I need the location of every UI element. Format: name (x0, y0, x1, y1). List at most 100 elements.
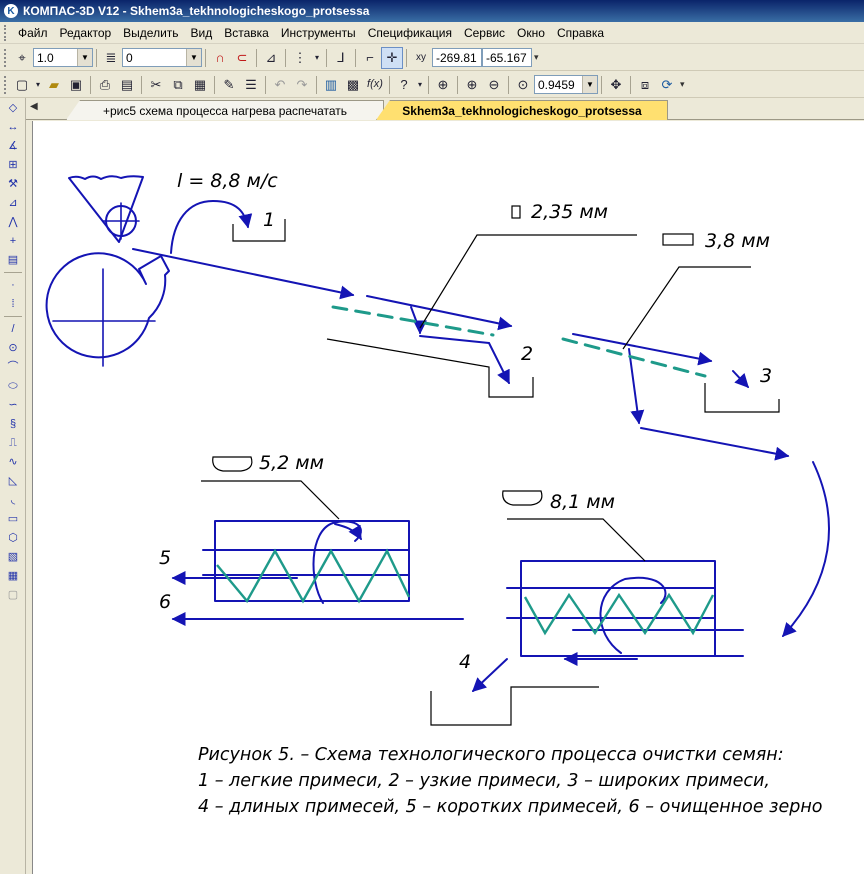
copy-icon[interactable]: ⧉ (167, 74, 189, 96)
coord-cursor-icon[interactable]: ✛ (381, 46, 403, 69)
dimensions-icon[interactable]: ↔ (2, 118, 24, 136)
menu-specification[interactable]: Спецификация (362, 26, 458, 40)
tab-heating-scheme[interactable]: +рис5 схема процесса нагрева распечатать (66, 100, 384, 120)
tab-process-scheme[interactable]: Skhem3a_tekhnologicheskogo_protsessa (376, 100, 668, 120)
polygon-icon[interactable]: ⬡ (2, 529, 24, 547)
menu-grip[interactable] (4, 24, 8, 41)
format-brush-icon[interactable]: ✎ (218, 74, 240, 96)
dim-2.35: 2,35 мм (531, 201, 609, 223)
paste-icon[interactable]: ▦ (189, 74, 211, 96)
fillet-icon[interactable]: ◟ (2, 491, 24, 509)
chamfer-icon[interactable]: ◺ (2, 472, 24, 490)
fill-icon[interactable]: ▦ (2, 567, 24, 585)
zoom-all-icon[interactable]: ⧈ (634, 74, 656, 96)
axes-icon[interactable]: ⅃ (330, 47, 352, 69)
notation-icon[interactable]: ∡ (2, 137, 24, 155)
tab-scroll-left-icon[interactable]: ◀ (30, 101, 38, 112)
variables-icon[interactable]: f(x) (364, 74, 386, 96)
help-pointer-icon[interactable]: ? (393, 74, 415, 96)
spline-icon[interactable]: § (2, 415, 24, 433)
nurbs-icon[interactable]: ∿ (2, 453, 24, 471)
rectangle-icon[interactable]: ▭ (2, 510, 24, 528)
toolbar-grip[interactable] (4, 75, 8, 94)
layers-icon[interactable]: ≣ (100, 47, 122, 69)
menu-tools[interactable]: Инструменты (275, 26, 362, 40)
menu-editor[interactable]: Редактор (54, 26, 118, 40)
menu-select[interactable]: Выделить (117, 26, 184, 40)
step-icon[interactable]: ⌖ (11, 47, 33, 69)
parametrization-icon[interactable]: ⚒ (2, 175, 24, 193)
caption-line-3: 4 – длиных примесей, 5 – коротких примес… (198, 797, 823, 817)
label-clean-grain: 6 (159, 591, 172, 613)
layer-value: 0 (126, 50, 133, 65)
help-dropdown-icon[interactable]: ▾ (415, 74, 425, 96)
save-icon[interactable]: ▣ (65, 74, 87, 96)
aux-line-icon[interactable]: ⁞ (2, 295, 24, 313)
menu-help[interactable]: Справка (551, 26, 610, 40)
label-narrow-impurities: 2 (521, 343, 534, 365)
chevron-down-icon[interactable]: ▼ (77, 49, 92, 66)
zoom-window-icon[interactable]: ⊕ (432, 74, 454, 96)
chevron-down-icon[interactable]: ▼ (186, 49, 201, 66)
coord-x-field[interactable] (432, 48, 482, 67)
coord-y-field[interactable] (482, 48, 532, 67)
drawing-canvas[interactable]: l = 8,8 м/с 1 2,35 мм 3,8 мм 2 3 5,2 мм … (32, 121, 864, 874)
step-combo[interactable]: 1.0 ▼ (33, 48, 93, 67)
menu-view[interactable]: Вид (185, 26, 219, 40)
menu-window[interactable]: Окно (511, 26, 551, 40)
menu-service[interactable]: Сервис (458, 26, 511, 40)
grid-dropdown-icon[interactable]: ▾ (311, 47, 323, 69)
grid-icon[interactable]: ⋮ (289, 47, 311, 69)
open-folder-icon[interactable]: ▰ (43, 74, 65, 96)
point-icon[interactable]: · (2, 276, 24, 294)
toolbar-grip[interactable] (4, 48, 8, 67)
new-dropdown-icon[interactable]: ▾ (33, 74, 43, 96)
zoom-out-icon[interactable]: ⊖ (483, 74, 505, 96)
manager-icon[interactable]: ▥ (320, 74, 342, 96)
polyline-icon[interactable]: ⎍ (2, 434, 24, 452)
undo-icon[interactable]: ↶ (269, 74, 291, 96)
pan-icon[interactable]: ✥ (605, 74, 627, 96)
properties-icon[interactable]: ☰ (240, 74, 262, 96)
circle-icon[interactable]: ⊙ (2, 339, 24, 357)
label-light-impurities: 1 (263, 209, 276, 231)
editing-icon[interactable]: ⊞ (2, 156, 24, 174)
zoom-fit-icon[interactable]: ⊙ (512, 74, 534, 96)
local-cs-icon[interactable]: ⊿ (260, 47, 282, 69)
toolbar-options-icon[interactable]: ▾ (534, 52, 539, 63)
spec-icon[interactable]: + (2, 232, 24, 250)
toolbar-options-icon[interactable]: ▾ (680, 79, 685, 90)
ortho-icon[interactable]: ⌐ (359, 47, 381, 69)
zoom-combo[interactable]: 0.9459 ▼ (534, 75, 598, 94)
cell-8.1 (502, 490, 543, 506)
sieve-2 (561, 337, 707, 378)
label-long-impurities: 4 (459, 651, 472, 673)
hatch-icon[interactable]: ▧ (2, 548, 24, 566)
menu-insert[interactable]: Вставка (218, 26, 275, 40)
reports-icon[interactable]: ▤ (2, 251, 24, 269)
redo-icon[interactable]: ↷ (291, 74, 313, 96)
ellipse-icon[interactable]: ⬭ (2, 377, 24, 395)
segment-icon[interactable]: / (2, 320, 24, 338)
trieur-1-frame (214, 520, 410, 602)
layer-combo[interactable]: 0 ▼ (122, 48, 202, 67)
zoom-in-icon[interactable]: ⊕ (461, 74, 483, 96)
snap-settings-icon[interactable]: ⊂ (231, 47, 253, 69)
menu-file[interactable]: Файл (12, 26, 54, 40)
outline-icon[interactable]: ▢ (2, 586, 24, 604)
zoom-value: 0.9459 (538, 77, 575, 92)
geometry-icon[interactable]: ◇ (2, 99, 24, 117)
refresh-icon[interactable]: ⟳ (656, 74, 678, 96)
bezier-icon[interactable]: ∽ (2, 396, 24, 414)
select-icon[interactable]: ⋀ (2, 213, 24, 231)
print-preview-icon[interactable]: ▤ (116, 74, 138, 96)
chevron-down-icon[interactable]: ▼ (582, 76, 597, 93)
new-document-icon[interactable]: ▢ (11, 74, 33, 96)
print-icon[interactable]: ⎙ (94, 74, 116, 96)
slot-3.8 (662, 233, 694, 246)
library-icon[interactable]: ▩ (342, 74, 364, 96)
cut-icon[interactable]: ✂ (145, 74, 167, 96)
arc-icon[interactable]: ⌒ (2, 358, 24, 376)
magnet-icon[interactable]: ∩ (209, 47, 231, 69)
measure-icon[interactable]: ⊿ (2, 194, 24, 212)
